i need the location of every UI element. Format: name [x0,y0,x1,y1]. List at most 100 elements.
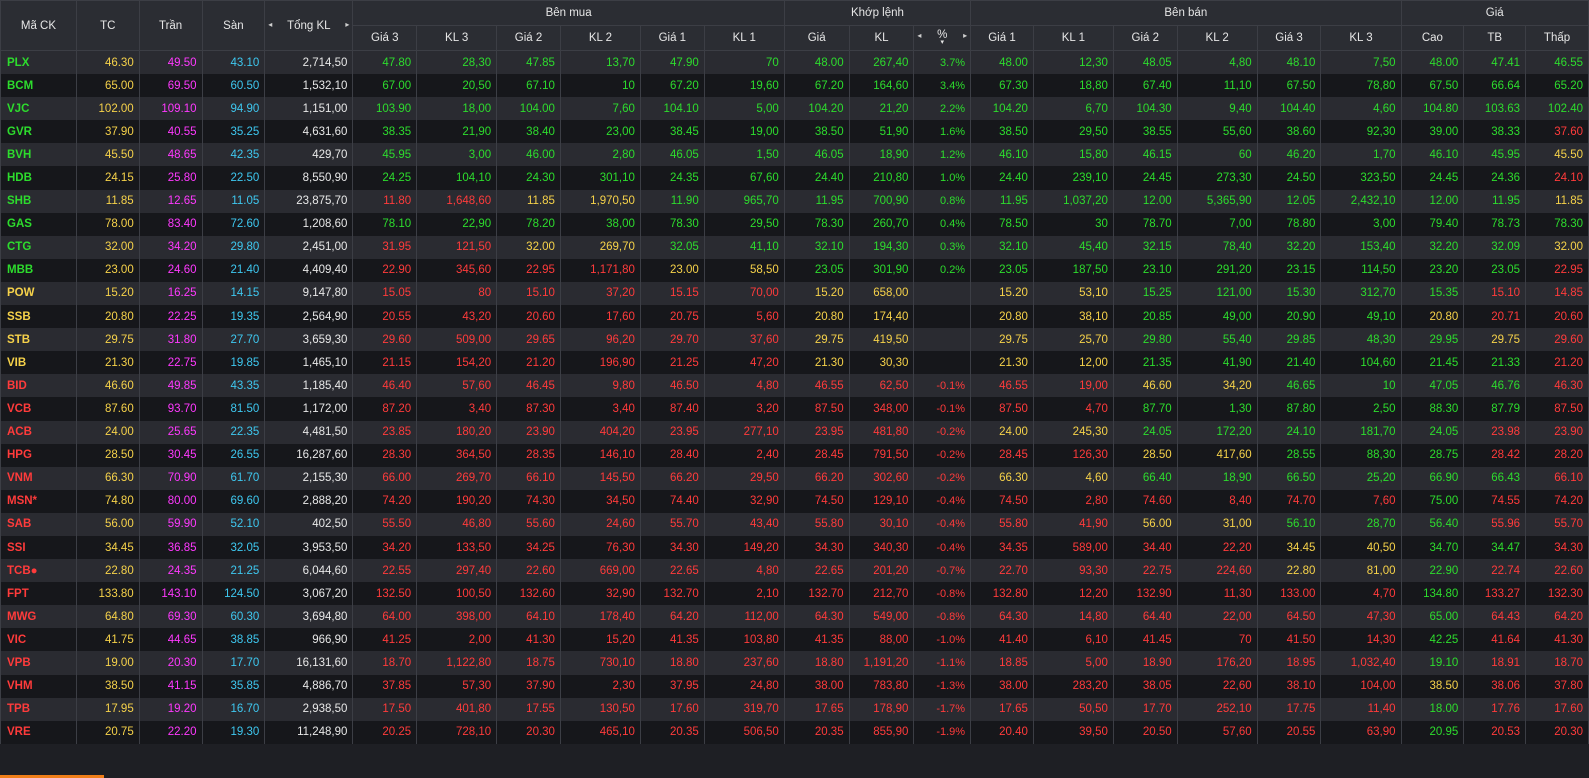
header-sell-vol-2[interactable]: KL 2 [1176,25,1258,51]
header-high[interactable]: Cao [1400,25,1465,51]
cell-symbol[interactable]: VIC [0,628,77,652]
cell-match-percent: -0.2% [913,466,972,490]
cell-symbol[interactable]: CTG [0,235,77,259]
table-row[interactable]: SHB 11.85 12.65 11.05 23,875,70 11.80 1,648,60… [0,189,1589,213]
header-buy-group: Bên mua [352,0,785,26]
table-row[interactable]: VIB 21.30 22.75 19.85 1,465,10 21.15 154,20 21.… [0,351,1589,375]
table-row[interactable]: HDB 24.15 25.80 22.50 8,550,90 24.25 104,10 24.… [0,166,1589,190]
cell-match-percent: 0.2% [913,258,972,282]
cell-symbol[interactable]: SSI [0,535,77,560]
cell-symbol[interactable]: MSN* [0,489,77,513]
table-row[interactable]: VHM 38.50 41.15 35.85 4,886,70 37.85 57,30 37.9… [0,674,1589,698]
header-floor[interactable]: Sàn [201,0,266,51]
table-row[interactable]: VCB 87.60 93.70 81.50 1,172,00 87.20 3,40 87.30… [0,397,1589,421]
table-row[interactable]: VPB 19.00 20.30 17.70 16,131,60 18.70 1,122,80… [0,651,1589,675]
table-row[interactable]: TCB● 22.80 24.35 21.25 6,044,60 22.55 297,40 22… [0,559,1589,583]
header-buy-price-1[interactable]: Giá 1 [639,25,705,51]
cell-sell-vol-3: 88,30 [1320,443,1402,467]
cell-symbol[interactable]: GVR [0,120,77,144]
cell-symbol[interactable]: TPB [0,697,77,721]
table-row[interactable]: SAB 56.00 59.90 52.10 402,50 55.50 46,80 55.60 2… [0,512,1589,536]
cell-symbol[interactable]: HDB [0,166,77,190]
cell-symbol[interactable]: SHB [0,189,77,213]
table-row[interactable]: MWG 64.80 69.30 60.30 3,694,80 64.00 398,00 64.… [0,605,1589,629]
cell-san: 22.35 [201,420,266,444]
header-match-volume[interactable]: KL [848,25,915,51]
table-row[interactable]: MSN* 74.80 80.00 69.60 2,888,20 74.20 190,20 74… [0,489,1589,513]
cell-buy-price-1: 78.30 [639,212,705,236]
header-sell-price-1[interactable]: Giá 1 [970,25,1034,51]
table-row[interactable]: SSI 34.45 36.85 32.05 3,953,50 34.20 133,50 34.… [0,535,1589,560]
header-buy-price-3[interactable]: Giá 3 [352,25,418,51]
table-row[interactable]: CTG 32.00 34.20 29.80 2,451,00 31.95 121,50 32.… [0,235,1589,259]
cell-symbol[interactable]: VCB [0,397,77,421]
cell-symbol[interactable]: VPB [0,651,77,675]
cell-symbol[interactable]: STB [0,328,77,352]
table-row[interactable]: SSB 20.80 22.25 19.35 2,564,90 20.55 43,20 20.6… [0,305,1589,329]
scroll-right-icon[interactable]: ▸ [345,20,349,29]
cell-symbol[interactable]: VJC [0,97,77,121]
header-sell-vol-1[interactable]: KL 1 [1032,25,1114,51]
cell-total: 2,938,50 [264,697,354,721]
cell-tc: 34.45 [75,535,140,560]
cell-symbol[interactable]: ACB [0,420,77,444]
cell-symbol[interactable]: HPG [0,443,77,467]
header-buy-vol-1[interactable]: KL 1 [703,25,785,51]
cell-sell-vol-1: 53,10 [1032,281,1114,306]
table-row[interactable]: POW 15.20 16.25 14.15 9,147,80 15.05 80 15.10 37… [0,281,1589,306]
table-row[interactable]: VRE 20.75 22.20 19.30 11,248,90 20.25 728,10 20… [0,720,1589,744]
header-buy-vol-2[interactable]: KL 2 [559,25,641,51]
cell-symbol[interactable]: FPT [0,582,77,606]
cell-symbol[interactable]: VRE [0,720,77,744]
table-row[interactable]: BVH 45.50 48.65 42.35 429,70 45.95 3,00 46.00 2,… [0,143,1589,167]
cell-symbol[interactable]: GAS [0,212,77,236]
header-ceiling[interactable]: Trần [138,0,203,51]
table-row[interactable]: ACB 24.00 25.65 22.35 4,481,50 23.85 180,20 23.… [0,420,1589,444]
table-row[interactable]: GVR 37.90 40.55 35.25 4,631,60 38.35 21,90 38.4… [0,120,1589,144]
table-row[interactable]: BCM 65.00 69.50 60.50 1,532,10 67.00 20,50 67.1… [0,74,1589,98]
table-row[interactable]: FPT 133.80 143.10 124.50 3,067,20 132.50 100,5… [0,582,1589,606]
table-row[interactable]: VIC 41.75 44.65 38.85 966,90 41.25 2,00 41.30 15… [0,628,1589,652]
header-low[interactable]: Thấp [1525,25,1589,51]
header-symbol[interactable]: Mã CK [0,0,77,51]
cell-symbol[interactable]: SAB [0,512,77,536]
header-sell-vol-3[interactable]: KL 3 [1320,25,1402,51]
cell-tran: 25.65 [138,420,203,444]
cell-sell-vol-1: 39,50 [1032,720,1114,744]
percent-left-icon[interactable]: ◂ [917,31,921,40]
cell-symbol[interactable]: VHM [0,674,77,698]
header-match-percent[interactable]: ◂ % ▾ ▸ [913,25,972,51]
header-total-volume[interactable]: ◂ Tổng KL ▸ [264,0,354,51]
cell-symbol[interactable]: BID [0,374,77,398]
cell-symbol[interactable]: MBB [0,258,77,282]
cell-symbol[interactable]: TCB● [0,559,77,583]
table-row[interactable]: STB 29.75 31.80 27.70 3,659,30 29.60 509,00 29.… [0,328,1589,352]
cell-symbol[interactable]: BCM [0,74,77,98]
cell-symbol[interactable]: VIB [0,351,77,375]
header-match-price[interactable]: Giá [783,25,850,51]
scroll-left-icon[interactable]: ◂ [268,20,272,29]
cell-buy-vol-3: 728,10 [416,720,498,744]
header-buy-vol-3[interactable]: KL 3 [416,25,498,51]
cell-symbol[interactable]: VNM [0,466,77,490]
cell-symbol[interactable]: POW [0,281,77,306]
table-row[interactable]: VJC 102.00 109.10 94.90 1,151,00 103.90 18,00 1… [0,97,1589,121]
table-row[interactable]: GAS 78.00 83.40 72.60 1,208,60 78.10 22,90 78.2… [0,212,1589,236]
percent-right-icon[interactable]: ▸ [963,31,967,40]
header-average[interactable]: TB [1463,25,1527,51]
cell-symbol[interactable]: PLX [0,50,77,75]
table-row[interactable]: BID 46.60 49.85 43.35 1,185,40 46.40 57,60 46.4… [0,374,1589,398]
table-row[interactable]: PLX 46.30 49.50 43.10 2,714,50 47.80 28,30 47.8… [0,50,1589,75]
header-sell-price-3[interactable]: Giá 3 [1256,25,1322,51]
table-row[interactable]: VNM 66.30 70.90 61.70 2,155,30 66.00 269,70 66.… [0,466,1589,490]
cell-sell-price-2: 20.50 [1112,720,1178,744]
header-reference[interactable]: TC [75,0,140,51]
table-row[interactable]: TPB 17.95 19.20 16.70 2,938,50 17.50 401,80 17.… [0,697,1589,721]
table-row[interactable]: MBB 23.00 24.60 21.40 4,409,40 22.90 345,60 22.… [0,258,1589,282]
table-row[interactable]: HPG 28.50 30.45 26.55 16,287,60 28.30 364,50 28… [0,443,1589,467]
cell-symbol[interactable]: MWG [0,605,77,629]
cell-symbol[interactable]: SSB [0,305,77,329]
cell-symbol[interactable]: BVH [0,143,77,167]
header-buy-price-2[interactable]: Giá 2 [496,25,561,51]
header-sell-price-2[interactable]: Giá 2 [1112,25,1178,51]
